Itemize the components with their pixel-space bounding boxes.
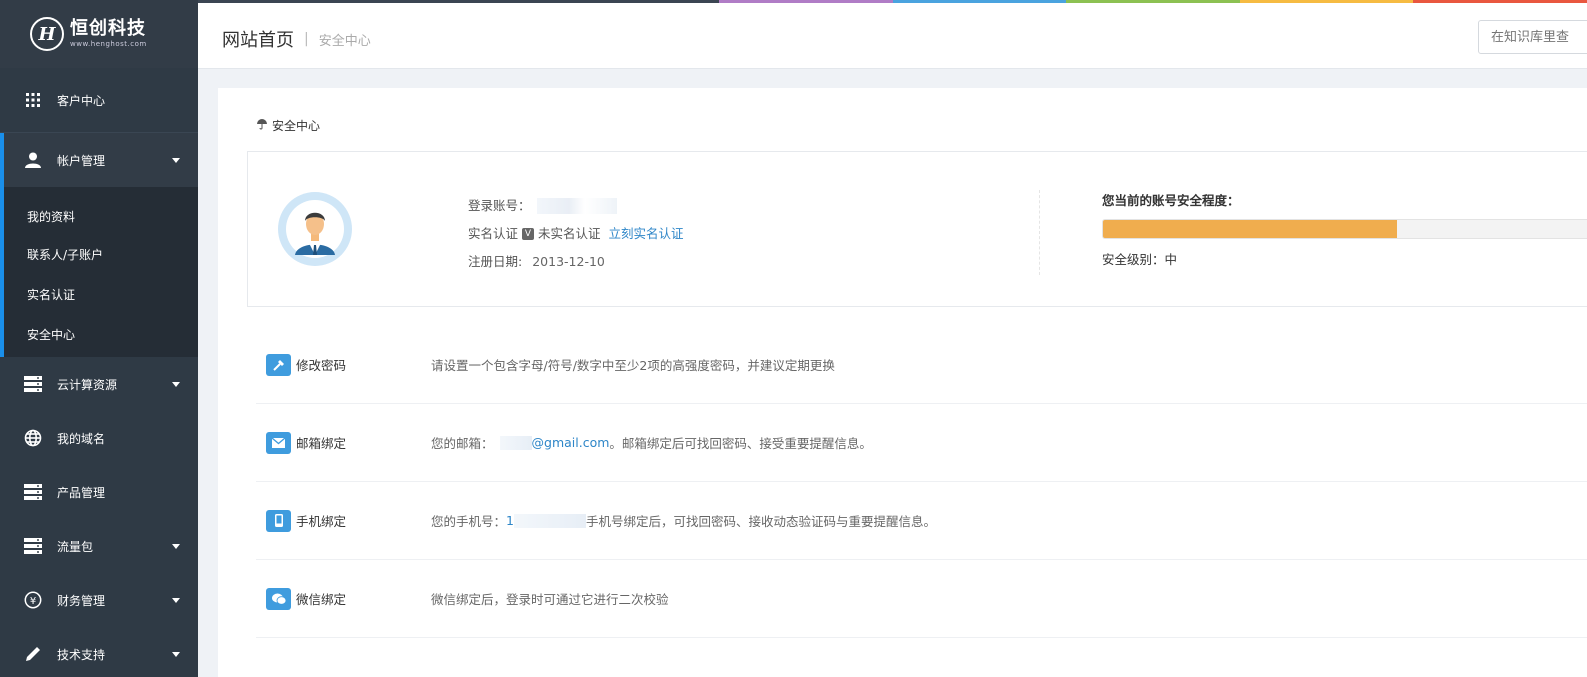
brand-url: www.henghost.com bbox=[70, 40, 147, 48]
submenu-item-realname[interactable]: 实名认证 bbox=[4, 275, 198, 315]
setting-row-email[interactable]: 邮箱绑定 您的邮箱： @gmail.com 。邮箱绑定后可找回密码、接受重要提醒… bbox=[256, 404, 1587, 482]
mail-icon bbox=[266, 431, 291, 454]
chevron-down-icon bbox=[172, 652, 180, 657]
realname-status: 未实名认证 bbox=[538, 226, 601, 241]
user-icon bbox=[24, 151, 42, 169]
logo[interactable]: H 恒创科技 www.henghost.com bbox=[0, 0, 198, 68]
submenu-item-contacts[interactable]: 联系人/子账户 bbox=[4, 235, 198, 275]
realname-label: 实名认证 bbox=[468, 226, 519, 241]
setting-desc: 您的手机号： 1 手机号绑定后，可找回密码、接收动态验证码与重要提醒信息。 bbox=[431, 511, 936, 530]
svg-text:¥: ¥ bbox=[30, 596, 36, 607]
wrench-icon bbox=[266, 353, 291, 376]
top-bar: 网站首页 | 安全中心 bbox=[198, 0, 1587, 69]
account-value-redacted bbox=[536, 198, 617, 214]
setting-desc: 您的邮箱： @gmail.com 。邮箱绑定后可找回密码、接受重要提醒信息。 bbox=[431, 433, 872, 452]
breadcrumb: 网站首页 | 安全中心 bbox=[222, 26, 371, 52]
sidebar-item-label: 云计算资源 bbox=[57, 377, 118, 392]
chevron-down-icon bbox=[172, 544, 180, 549]
setting-desc: 请设置一个包含字母/符号/数字中至少2项的高强度密码，并建议定期更换 bbox=[431, 358, 835, 373]
sidebar-item-label: 财务管理 bbox=[57, 593, 106, 608]
phone-label: 您的手机号： bbox=[431, 514, 507, 529]
brand-logo-icon: H bbox=[30, 17, 64, 51]
sidebar-item-support[interactable]: 技术支持 bbox=[0, 627, 198, 677]
sidebar-item-label: 流量包 bbox=[57, 539, 94, 554]
setting-row-phone[interactable]: 手机绑定 您的手机号： 1 手机号绑定后，可找回密码、接收动态验证码与重要提醒信… bbox=[256, 482, 1587, 560]
register-date-value: 2013-12-10 bbox=[532, 254, 605, 269]
security-settings-list: 修改密码 请设置一个包含字母/符号/数字中至少2项的高强度密码，并建议定期更换 … bbox=[256, 326, 1587, 638]
setting-desc: 微信绑定后，登录时可通过它进行二次校验 bbox=[431, 592, 669, 607]
sidebar-item-account[interactable]: 帐户管理 bbox=[0, 133, 198, 187]
verify-badge-icon: V bbox=[522, 228, 535, 240]
account-info: 登录账号： 实名认证 V 未实名认证 立刻实名认证 注册日期: 2013-12-… bbox=[468, 192, 684, 276]
chevron-down-icon bbox=[172, 382, 180, 387]
vertical-divider bbox=[1039, 190, 1040, 275]
security-progress-bar bbox=[1102, 219, 1587, 239]
sidebar-item-domains[interactable]: 我的域名 bbox=[0, 411, 198, 465]
account-overview: 登录账号： 实名认证 V 未实名认证 立刻实名认证 注册日期: 2013-12-… bbox=[247, 151, 1587, 307]
setting-name: 微信绑定 bbox=[296, 592, 347, 607]
phone-redacted bbox=[513, 513, 586, 528]
knowledge-search-input[interactable] bbox=[1478, 20, 1587, 54]
register-date-label: 注册日期: bbox=[468, 254, 523, 269]
server-icon bbox=[24, 375, 42, 393]
color-strip bbox=[198, 0, 1587, 3]
sidebar-item-label: 帐户管理 bbox=[57, 153, 106, 168]
brand-mark: H 恒创科技 www.henghost.com bbox=[30, 17, 147, 51]
section-title-text: 安全中心 bbox=[272, 119, 321, 133]
email-note: 。邮箱绑定后可找回密码、接受重要提醒信息。 bbox=[609, 436, 872, 451]
sidebar-item-traffic[interactable]: 流量包 bbox=[0, 519, 198, 573]
pencil-icon bbox=[24, 645, 42, 663]
breadcrumb-home[interactable]: 网站首页 bbox=[222, 26, 294, 52]
security-center-card: 安全中心 登录账号： 实名认证 V 未实名认证 立刻实名认证 注册日期: 201… bbox=[218, 88, 1587, 677]
server-icon bbox=[24, 537, 42, 555]
submenu-item-security-center[interactable]: 安全中心 bbox=[4, 315, 198, 355]
account-label: 登录账号： bbox=[468, 198, 531, 213]
sidebar-item-label: 客户中心 bbox=[57, 93, 106, 108]
globe-icon bbox=[24, 429, 42, 447]
sidebar-item-finance[interactable]: ¥ 财务管理 bbox=[0, 573, 198, 627]
email-redacted bbox=[499, 435, 532, 450]
security-level: 您当前的账号安全程度： 安全级别：中 bbox=[1102, 190, 1587, 268]
setting-name: 手机绑定 bbox=[296, 514, 347, 529]
setting-row-password[interactable]: 修改密码 请设置一个包含字母/符号/数字中至少2项的高强度密码，并建议定期更换 bbox=[256, 326, 1587, 404]
yuan-icon: ¥ bbox=[24, 591, 42, 609]
grid-icon bbox=[24, 91, 42, 109]
wechat-icon bbox=[266, 587, 291, 610]
submenu-item-my-profile[interactable]: 我的资料 bbox=[4, 191, 198, 235]
sidebar-item-label: 技术支持 bbox=[57, 647, 106, 662]
chevron-down-icon bbox=[172, 158, 180, 163]
security-progress-fill bbox=[1103, 220, 1397, 238]
breadcrumb-current: 安全中心 bbox=[318, 33, 371, 49]
section-title: 安全中心 bbox=[256, 117, 320, 134]
user-avatar-icon bbox=[286, 200, 344, 258]
account-submenu: 我的资料 联系人/子账户 实名认证 安全中心 bbox=[0, 187, 198, 357]
sidebar-item-cloud[interactable]: 云计算资源 bbox=[0, 357, 198, 411]
realname-verify-link[interactable]: 立刻实名认证 bbox=[609, 220, 684, 248]
sidebar-item-customer-center[interactable]: 客户中心 bbox=[0, 68, 198, 133]
umbrella-icon bbox=[256, 118, 268, 133]
email-value: @gmail.com bbox=[531, 435, 610, 450]
security-level-label: 您当前的账号安全程度： bbox=[1102, 193, 1240, 208]
server-icon bbox=[24, 483, 42, 501]
setting-row-wechat[interactable]: 微信绑定 微信绑定后，登录时可通过它进行二次校验 bbox=[256, 560, 1587, 638]
sidebar-item-label: 我的域名 bbox=[57, 431, 106, 446]
brand-name: 恒创科技 bbox=[70, 18, 146, 39]
setting-name: 修改密码 bbox=[296, 358, 347, 373]
phone-icon bbox=[266, 509, 291, 532]
sidebar-item-products[interactable]: 产品管理 bbox=[0, 465, 198, 519]
sidebar-item-label: 产品管理 bbox=[57, 485, 106, 500]
setting-name: 邮箱绑定 bbox=[296, 436, 347, 451]
security-level-text: 安全级别：中 bbox=[1102, 252, 1178, 267]
chevron-down-icon bbox=[172, 598, 180, 603]
phone-value: 1 bbox=[506, 513, 514, 528]
email-label: 您的邮箱： bbox=[431, 436, 494, 451]
breadcrumb-separator: | bbox=[304, 31, 309, 47]
phone-note: 手机号绑定后，可找回密码、接收动态验证码与重要提醒信息。 bbox=[585, 514, 936, 529]
avatar bbox=[278, 192, 352, 266]
sidebar: H 恒创科技 www.henghost.com 客户中心 帐户管理 我的资料 联… bbox=[0, 0, 198, 677]
